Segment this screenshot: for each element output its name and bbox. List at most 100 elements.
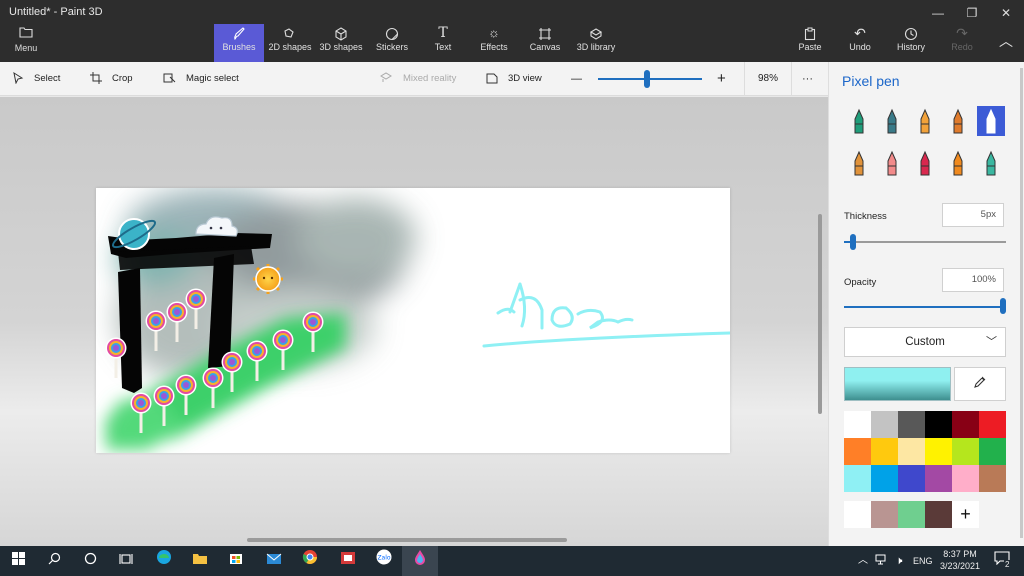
palette-swatch[interactable] [952,411,979,438]
pencil-brush-icon [854,150,864,176]
pencil-brush-button[interactable] [845,148,873,178]
magic-select-button[interactable]: Magic select [163,62,239,96]
palette-swatch[interactable] [844,438,871,465]
eyedropper-button[interactable] [954,367,1006,401]
pixel-pen-brush-icon [986,108,996,134]
zoom-slider[interactable] [598,78,702,80]
zalo-icon[interactable]: Zalo [366,546,402,576]
mail-icon[interactable] [256,546,292,576]
3d-view-label: 3D view [508,73,542,84]
palette-swatch[interactable] [925,411,952,438]
windows-start-icon[interactable] [0,546,36,576]
app-icon[interactable] [330,546,366,576]
palette-swatch[interactable] [979,465,1006,492]
zoom-in-button[interactable]: + [717,62,726,96]
palette-swatch[interactable] [871,411,898,438]
volume-icon[interactable]: 🕨 [890,546,908,576]
mixed-reality-button[interactable]: Mixed reality [380,62,456,96]
tool-3d-library[interactable]: 3D library [575,24,617,62]
palette-swatch[interactable] [952,438,979,465]
opacity-slider-thumb[interactable] [1000,298,1006,314]
search-icon[interactable] [36,546,72,576]
language-indicator[interactable]: ENG [913,556,933,566]
close-icon[interactable]: ✕ [989,4,1023,22]
palette-swatch[interactable] [979,411,1006,438]
clock-date[interactable]: 3/23/2021 [938,561,982,571]
tool-2d-shapes[interactable]: 2D shapes [266,24,314,62]
sun-sticker [253,264,283,294]
paint-3d-icon[interactable] [402,546,438,576]
more-options-button[interactable]: ··· [802,62,813,96]
vertical-scrollbar[interactable] [818,214,822,414]
palette-swatch[interactable] [952,465,979,492]
pixel-pen-brush-button[interactable] [977,106,1005,136]
thickness-slider-thumb[interactable] [850,234,857,250]
crop-button[interactable]: Crop [90,62,133,96]
cortana-icon[interactable] [72,546,108,576]
chrome-icon[interactable] [292,546,328,576]
palette-swatch[interactable] [925,438,952,465]
drawing-canvas[interactable]: hoa [96,188,730,453]
oil-brush-button[interactable] [911,106,939,136]
zoom-out-button[interactable]: — [571,62,582,96]
magic-select-label: Magic select [186,73,239,84]
edge-icon[interactable] [146,546,182,576]
watercolor-brush-button[interactable] [944,106,972,136]
undo-button[interactable]: ↶ Undo [846,24,874,62]
maximize-icon[interactable]: ❐ [955,4,989,22]
palette-swatch[interactable] [898,438,925,465]
crayon-brush-button[interactable] [911,148,939,178]
spray-can-brush-button[interactable] [944,148,972,178]
palette-swatch[interactable] [844,465,871,492]
color-mode-dropdown[interactable]: Custom ﹀ [844,327,1006,357]
zoom-value[interactable]: 98% [744,62,792,96]
panel-scrollbar[interactable] [1020,68,1023,538]
palette-swatch[interactable] [844,411,871,438]
zoom-slider-thumb[interactable] [643,70,650,88]
palette-swatch[interactable] [871,465,898,492]
watercolor-brush-icon [953,108,963,134]
marker-brush-button[interactable] [845,106,873,136]
thickness-input[interactable]: 5px [942,203,1004,227]
palette-swatch[interactable] [979,438,1006,465]
chevron-up-icon[interactable]: ︿ [852,546,874,576]
palette-swatch[interactable] [898,411,925,438]
custom-color-swatch[interactable] [844,501,871,528]
minimize-icon[interactable]: — [921,4,955,22]
network-icon[interactable] [872,546,890,576]
calligraphy-pen-brush-button[interactable] [878,106,906,136]
notification-icon[interactable] [988,546,1016,576]
tool-brushes[interactable]: Brushes [214,24,264,62]
palette-swatch[interactable] [925,465,952,492]
paste-button[interactable]: Paste [796,24,824,62]
horizontal-scrollbar[interactable] [247,538,567,542]
history-button[interactable]: History [894,24,928,62]
thickness-slider[interactable] [844,241,1006,243]
chevron-up-icon: ︿ [999,33,1013,49]
tool-3d-shapes[interactable]: 3D shapes [318,24,364,62]
tool-stickers[interactable]: Stickers [372,24,412,62]
opacity-input[interactable]: 100% [942,268,1004,292]
eraser-brush-button[interactable] [878,148,906,178]
current-color-swatch[interactable] [844,367,951,401]
select-button[interactable]: Select [12,62,60,96]
store-icon[interactable] [218,546,254,576]
3d-view-button[interactable]: 3D view [486,62,542,96]
tool-effects[interactable]: ☼ Effects [478,24,510,62]
add-color-button[interactable]: + [952,501,979,528]
collapse-ribbon-button[interactable]: ︿ [996,24,1016,62]
menu-button[interactable]: Menu [6,26,46,58]
custom-color-swatch[interactable] [925,501,952,528]
palette-swatch[interactable] [898,465,925,492]
custom-color-swatch[interactable] [898,501,925,528]
file-explorer-icon[interactable] [182,546,218,576]
tool-canvas[interactable]: Canvas [528,24,562,62]
redo-button[interactable]: ↷ Redo [950,24,974,62]
task-view-icon[interactable] [108,546,144,576]
custom-color-swatch[interactable] [871,501,898,528]
clock-time[interactable]: 8:37 PM [940,549,980,559]
fill-bucket-brush-button[interactable] [977,148,1005,178]
tool-text[interactable]: T Text [428,24,458,62]
opacity-label: Opacity [844,277,877,288]
palette-swatch[interactable] [871,438,898,465]
